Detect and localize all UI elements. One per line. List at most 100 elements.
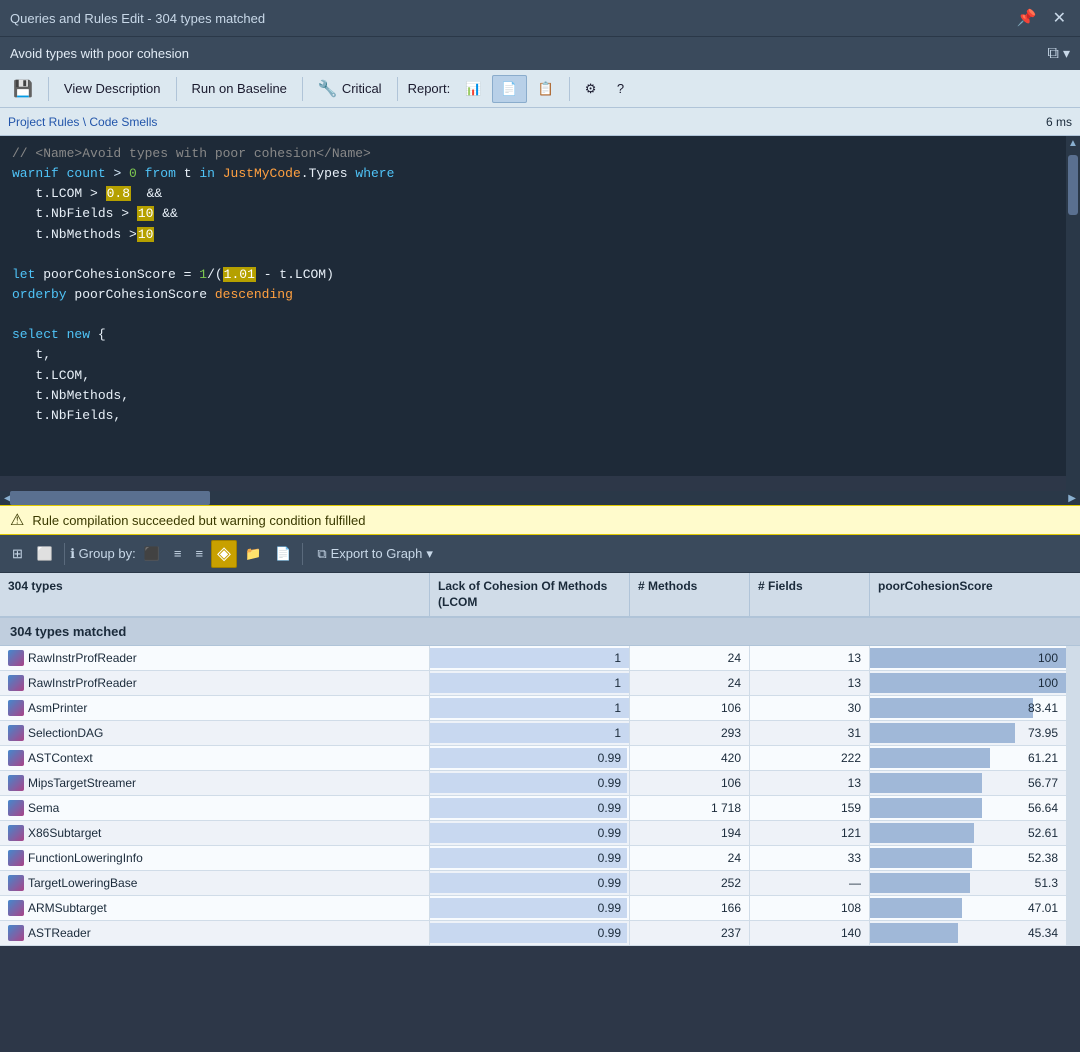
report-button-3[interactable]: 📋 (529, 75, 563, 103)
col-header-lcom[interactable]: Lack of Cohesion Of Methods (LCOM (430, 573, 630, 616)
table-row[interactable]: MipsTargetStreamer 0.99 106 13 56.77 (0, 771, 1080, 796)
hscroll-thumb[interactable] (10, 491, 210, 505)
cell-methods: 166 (630, 896, 750, 920)
query-dropdown-button[interactable]: ▾ (1063, 45, 1070, 62)
col-header-score[interactable]: poorCohesionScore (870, 573, 1066, 616)
cell-name: AsmPrinter (0, 696, 430, 720)
cell-methods: 106 (630, 696, 750, 720)
folder-icon: 📁 (245, 546, 261, 562)
row-scrollbar-placeholder (1066, 796, 1080, 820)
table-row[interactable]: SelectionDAG 1 293 31 73.95 (0, 721, 1080, 746)
code-vscrollbar[interactable]: ▲ (1066, 136, 1080, 491)
help-button[interactable]: ? (607, 76, 633, 102)
cell-lcom: 0.99 (430, 896, 630, 920)
table-row[interactable]: Sema 0.99 1 718 159 56.64 (0, 796, 1080, 821)
view-description-button[interactable]: View Description (55, 75, 170, 103)
pin-button[interactable]: 📌 (1013, 6, 1041, 30)
close-button[interactable]: ✕ (1049, 6, 1070, 30)
cell-fields: 33 (750, 846, 870, 870)
table-row[interactable]: ARMSubtarget 0.99 166 108 47.01 (0, 896, 1080, 921)
class-icon (8, 850, 24, 866)
query-name-controls: ⧉ ▾ (1048, 45, 1070, 63)
query-name-bar: Avoid types with poor cohesion ⧉ ▾ (0, 36, 1080, 70)
class-icon (8, 825, 24, 841)
main-container: Queries and Rules Edit - 304 types match… (0, 0, 1080, 1052)
add-result-button[interactable]: ⊞ (6, 540, 29, 568)
cell-methods: 252 (630, 871, 750, 895)
class-icon (8, 875, 24, 891)
col-header-methods[interactable]: # Methods (630, 573, 750, 616)
col-header-scrollbar (1066, 573, 1080, 616)
group-btn-active[interactable]: ◈ (211, 540, 237, 568)
table-row[interactable]: RawInstrProfReader 1 24 13 100 (0, 646, 1080, 671)
cell-methods: 293 (630, 721, 750, 745)
cell-methods: 24 (630, 846, 750, 870)
group-btn-3[interactable]: ≡ (190, 540, 210, 568)
cell-name: ARMSubtarget (0, 896, 430, 920)
class-icon (8, 925, 24, 941)
cell-score: 100 (870, 646, 1066, 670)
group-icon-active: ◈ (217, 543, 231, 564)
group-btn-1[interactable]: ⬛ (138, 540, 166, 568)
breadcrumb-bar: Project Rules \ Code Smells 6 ms (0, 108, 1080, 136)
timing-label: 6 ms (1046, 115, 1072, 129)
table-row[interactable]: ASTContext 0.99 420 222 61.21 (0, 746, 1080, 771)
group-row: 304 types matched (0, 618, 1080, 646)
row-scrollbar-placeholder (1066, 721, 1080, 745)
table-row[interactable]: TargetLoweringBase 0.99 252 — 51.3 (0, 871, 1080, 896)
save-button[interactable]: 💾 (4, 75, 42, 103)
toolbar-separator-2 (176, 77, 177, 101)
table-row[interactable]: FunctionLoweringInfo 0.99 24 33 52.38 (0, 846, 1080, 871)
row-scrollbar-placeholder (1066, 821, 1080, 845)
warning-icon: ⚠ (10, 510, 24, 530)
file-btn[interactable]: 📄 (269, 540, 297, 568)
report-button-1[interactable]: 📊 (456, 75, 490, 103)
cell-methods: 1 718 (630, 796, 750, 820)
group-icon-3: ≡ (196, 546, 204, 561)
group-row-label: 304 types matched (10, 624, 1070, 639)
table-row[interactable]: RawInstrProfReader 1 24 13 100 (0, 671, 1080, 696)
copy-icon: ⬜ (37, 546, 53, 562)
report-button-2[interactable]: 📄 (492, 75, 526, 103)
title-bar-controls: 📌 ✕ (1013, 6, 1070, 30)
row-scrollbar-placeholder (1066, 671, 1080, 695)
breadcrumb[interactable]: Project Rules \ Code Smells (8, 115, 157, 129)
table-body: 304 types matched RawInstrProfReader 1 2… (0, 618, 1080, 1052)
table-row[interactable]: ASTReader 0.99 237 140 45.34 (0, 921, 1080, 946)
critical-button[interactable]: 🔧 Critical (309, 75, 391, 103)
cell-name: RawInstrProfReader (0, 646, 430, 670)
cell-name: SelectionDAG (0, 721, 430, 745)
code-editor[interactable]: // <Name>Avoid types with poor cohesion<… (0, 136, 1066, 491)
col-header-fields[interactable]: # Fields (750, 573, 870, 616)
class-icon (8, 700, 24, 716)
table-row[interactable]: X86Subtarget 0.99 194 121 52.61 (0, 821, 1080, 846)
report-icon-3: 📋 (538, 81, 554, 97)
cell-score: 52.61 (870, 821, 1066, 845)
scroll-thumb[interactable] (1068, 155, 1078, 215)
cell-score: 52.38 (870, 846, 1066, 870)
row-name: FunctionLoweringInfo (28, 851, 143, 865)
code-hscrollbar[interactable]: ◀ ▶ (0, 491, 1080, 505)
settings-button[interactable]: ⚙ (576, 75, 606, 103)
scroll-right-arrow[interactable]: ▶ (1064, 493, 1080, 504)
export-graph-button[interactable]: ⧉ Export to Graph ▾ (308, 540, 442, 568)
cell-fields: 13 (750, 771, 870, 795)
copy-query-button[interactable]: ⧉ (1048, 45, 1059, 63)
group-btn-2[interactable]: ≡ (168, 540, 188, 568)
class-icon (8, 750, 24, 766)
run-on-baseline-button[interactable]: Run on Baseline (183, 75, 296, 103)
toolbar-separator-3 (302, 77, 303, 101)
class-icon (8, 675, 24, 691)
table-row[interactable]: AsmPrinter 1 106 30 83.41 (0, 696, 1080, 721)
report-icon-1: 📊 (465, 81, 481, 97)
row-name: RawInstrProfReader (28, 676, 137, 690)
cell-lcom: 1 (430, 696, 630, 720)
folder-btn[interactable]: 📁 (239, 540, 267, 568)
cell-score: 47.01 (870, 896, 1066, 920)
run-label: Run on Baseline (192, 81, 287, 96)
cell-name: RawInstrProfReader (0, 671, 430, 695)
cell-lcom: 0.99 (430, 871, 630, 895)
scroll-up-arrow[interactable]: ▲ (1066, 136, 1080, 151)
cell-methods: 194 (630, 821, 750, 845)
copy-result-button[interactable]: ⬜ (31, 540, 59, 568)
